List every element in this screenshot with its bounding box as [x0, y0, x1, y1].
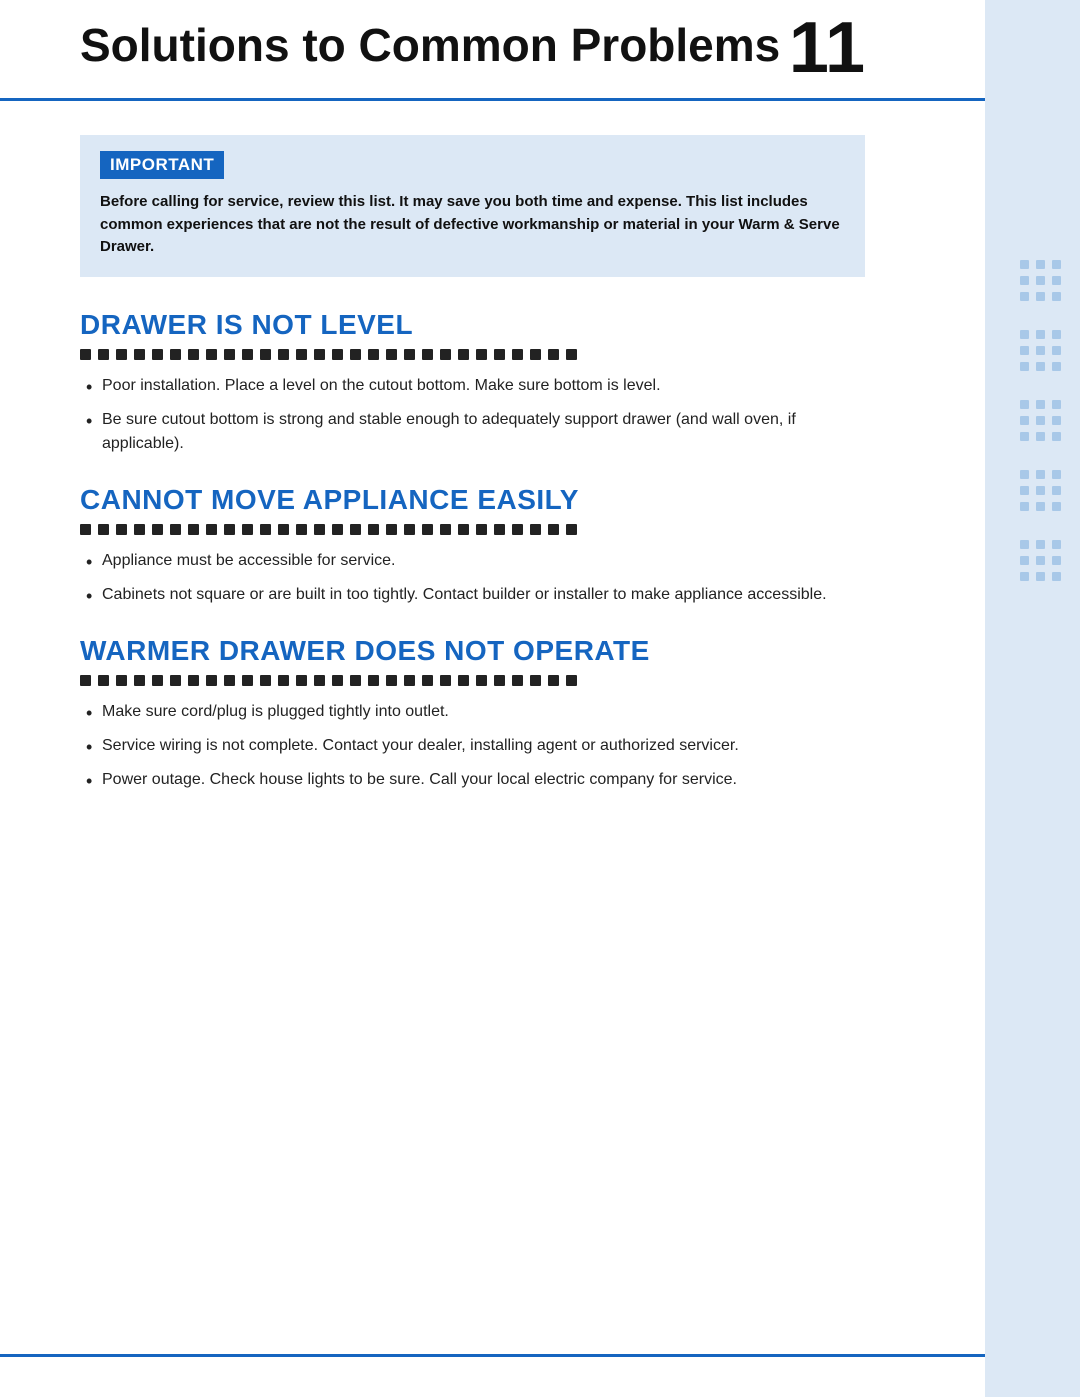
divider-dots-3 [80, 675, 865, 686]
list-item: Be sure cutout bottom is strong and stab… [80, 408, 865, 456]
right-panel [985, 0, 1080, 1397]
list-item: Poor installation. Place a level on the … [80, 374, 865, 398]
main-content: Solutions to Common Problems 11 IMPORTAN… [0, 0, 985, 870]
section-warmer-drawer-not-operate: WARMER DRAWER DOES NOT OPERATE [80, 635, 865, 792]
page-container: Solutions to Common Problems 11 IMPORTAN… [0, 0, 1080, 1397]
important-label: IMPORTANT [100, 151, 224, 179]
divider-dots-2 [80, 524, 865, 535]
section-heading-warmer-drawer: WARMER DRAWER DOES NOT OPERATE [80, 635, 865, 667]
bullet-list-warmer-drawer: Make sure cord/plug is plugged tightly i… [80, 700, 865, 792]
important-box: IMPORTANT Before calling for service, re… [80, 135, 865, 277]
list-item: Appliance must be accessible for service… [80, 549, 865, 573]
section-drawer-not-level: DRAWER IS NOT LEVEL [80, 309, 865, 456]
page-title: Solutions to Common Problems [80, 20, 789, 71]
list-item: Cabinets not square or are built in too … [80, 583, 865, 607]
bullet-list-cannot-move: Appliance must be accessible for service… [80, 549, 865, 607]
list-item: Make sure cord/plug is plugged tightly i… [80, 700, 865, 724]
page-header: Solutions to Common Problems 11 [80, 0, 865, 99]
section-heading-drawer-not-level: DRAWER IS NOT LEVEL [80, 309, 865, 341]
list-item: Service wiring is not complete. Contact … [80, 734, 865, 758]
decorative-dots [1020, 260, 1062, 582]
section-heading-cannot-move-appliance: CANNOT MOVE APPLIANCE EASILY [80, 484, 865, 516]
bottom-border-line [0, 1354, 985, 1357]
bullet-list-drawer-not-level: Poor installation. Place a level on the … [80, 374, 865, 456]
section-cannot-move-appliance: CANNOT MOVE APPLIANCE EASILY [80, 484, 865, 607]
list-item: Power outage. Check house lights to be s… [80, 768, 865, 792]
page-number: 11 [789, 12, 865, 84]
divider-dots-1 [80, 349, 865, 360]
important-text: Before calling for service, review this … [100, 191, 845, 259]
